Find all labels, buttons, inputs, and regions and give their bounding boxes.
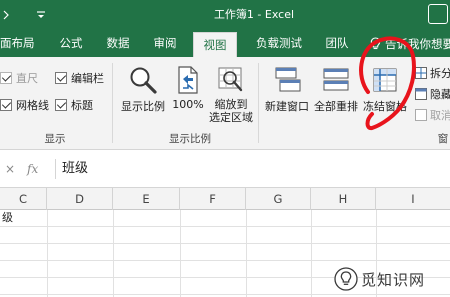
annotation-circle bbox=[359, 36, 416, 131]
excel-window: 工作簿1 - Excel 面布局 公式 数据 审阅 视图 负载测试 团队 告诉我… bbox=[0, 0, 450, 297]
